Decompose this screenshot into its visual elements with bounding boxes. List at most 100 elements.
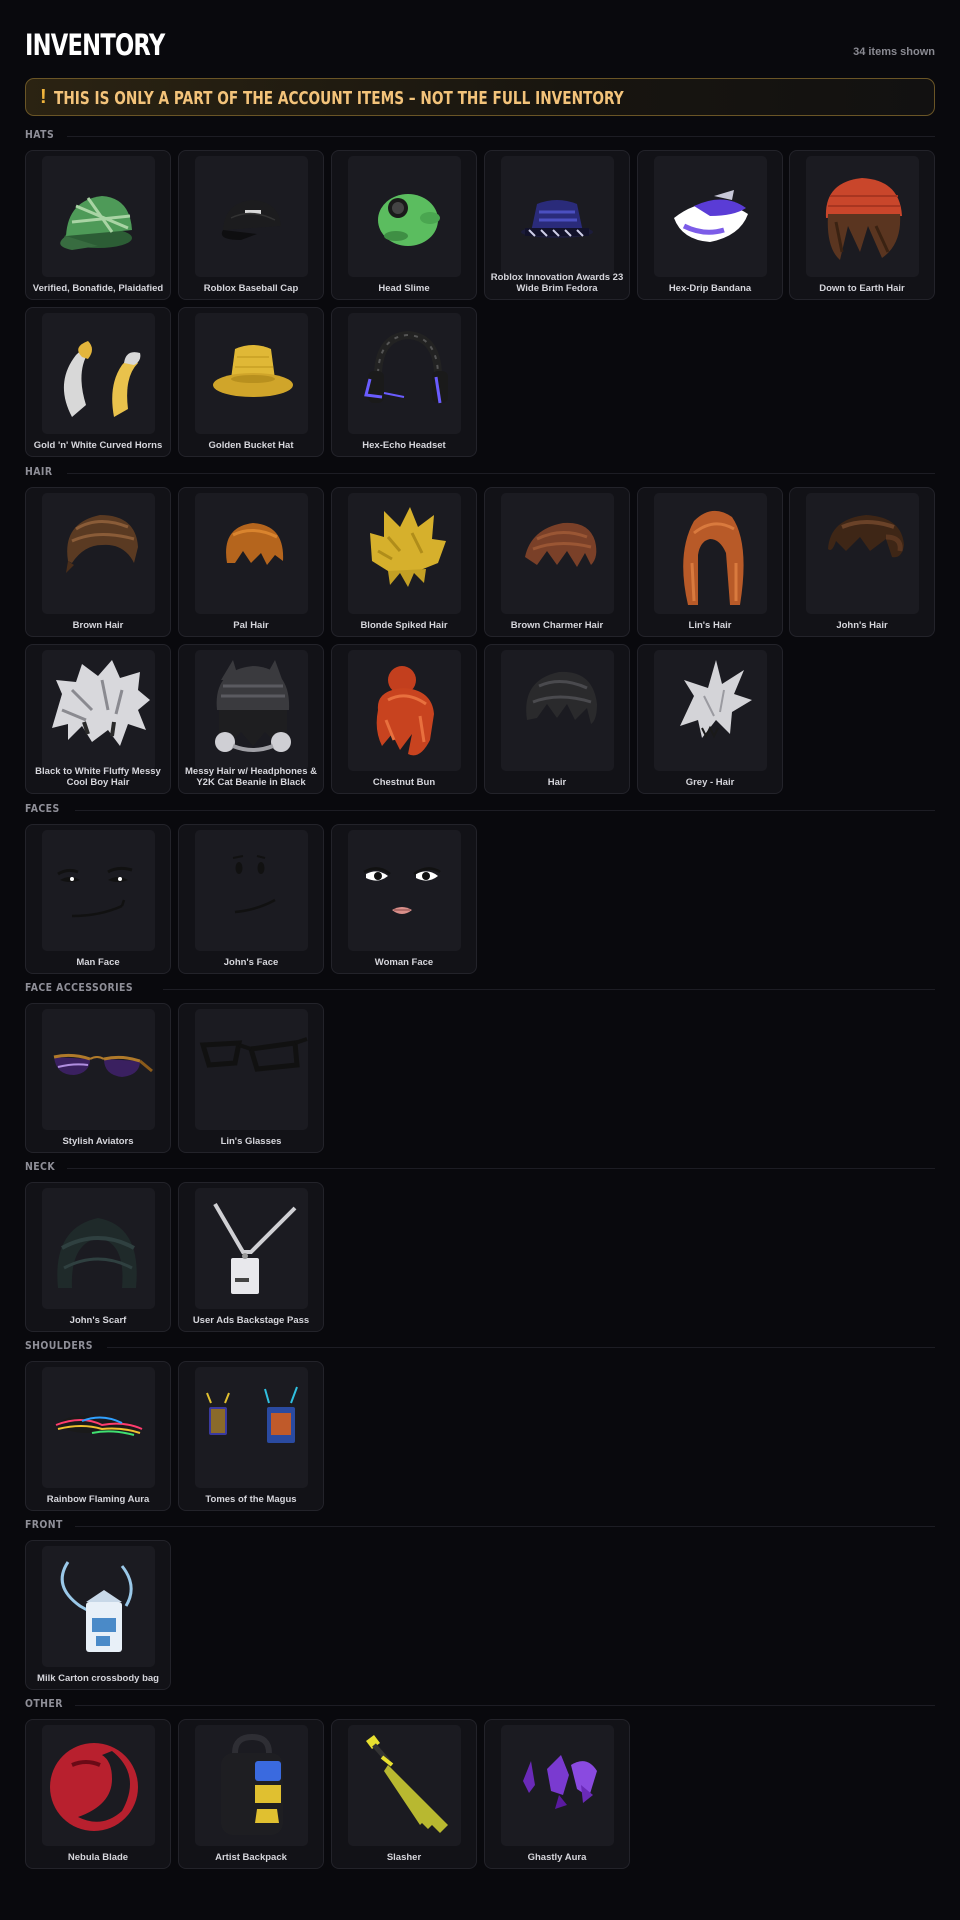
item-card[interactable]: Hex-Drip Bandana [637, 150, 783, 300]
fluffy-white-hair-icon [42, 650, 155, 771]
backpack-icon [195, 1725, 308, 1846]
long-orange-hair-icon [654, 493, 767, 614]
item-name: Down to Earth Hair [819, 283, 905, 294]
item-card[interactable]: Gold 'n' White Curved Horns [25, 307, 171, 457]
section-label-hair: HAIR [25, 465, 53, 478]
blonde-spiked-hair-icon [348, 493, 461, 614]
flaming-aura-icon [42, 1367, 155, 1488]
item-card[interactable]: Chestnut Bun [331, 644, 477, 794]
item-card[interactable]: Roblox Innovation Awards 23 Wide Brim Fe… [484, 150, 630, 300]
item-name: Slasher [386, 1852, 422, 1863]
item-name: Stylish Aviators [62, 1136, 134, 1147]
item-name: Hair [547, 777, 567, 788]
warning-banner: ! THIS IS ONLY A PART OF THE ACCOUNT ITE… [25, 78, 935, 116]
item-card[interactable]: Man Face [25, 824, 171, 974]
item-name: Roblox Baseball Cap [203, 283, 299, 294]
item-card[interactable]: Grey - Hair [637, 644, 783, 794]
warning-text: THIS IS ONLY A PART OF THE ACCOUNT ITEMS… [54, 88, 624, 109]
section-label-other: OTHER [25, 1697, 63, 1710]
item-card[interactable]: Woman Face [331, 824, 477, 974]
inventory-page: INVENTORY 34 items shown ! THIS IS ONLY … [0, 0, 960, 1920]
nebula-blade-icon [42, 1725, 155, 1846]
item-name: User Ads Backstage Pass [192, 1315, 310, 1326]
item-card[interactable]: Hair [484, 644, 630, 794]
item-name: Messy Hair w/ Headphones & Y2K Cat Beani… [185, 766, 317, 788]
item-card[interactable]: Head Slime [331, 150, 477, 300]
item-card[interactable]: Blonde Spiked Hair [331, 487, 477, 637]
item-card[interactable]: Down to Earth Hair [789, 150, 935, 300]
red-bun-hair-icon [348, 650, 461, 771]
item-card[interactable]: John's Scarf [25, 1182, 171, 1332]
section-divider [67, 473, 935, 474]
item-card[interactable]: Brown Charmer Hair [484, 487, 630, 637]
item-card[interactable]: Roblox Baseball Cap [178, 150, 324, 300]
item-name: Lin's Hair [688, 620, 732, 631]
item-name: Black to White Fluffy Messy Cool Boy Hai… [35, 766, 161, 788]
item-card[interactable]: Messy Hair w/ Headphones & Y2K Cat Beani… [178, 644, 324, 794]
item-card[interactable]: Nebula Blade [25, 1719, 171, 1869]
section-divider [75, 1705, 935, 1706]
item-name: John's Face [223, 957, 279, 968]
item-name: John's Hair [836, 620, 888, 631]
item-name: Hex-Drip Bandana [668, 283, 752, 294]
item-card[interactable]: User Ads Backstage Pass [178, 1182, 324, 1332]
black-baseball-cap-icon [195, 156, 308, 277]
item-card[interactable]: Tomes of the Magus [178, 1361, 324, 1511]
item-name: Brown Charmer Hair [510, 620, 604, 631]
item-name: Head Slime [378, 283, 430, 294]
item-name: Brown Hair [72, 620, 124, 631]
item-card[interactable]: Pal Hair [178, 487, 324, 637]
item-card[interactable]: Verified, Bonafide, Plaidafied [25, 150, 171, 300]
section-label-face-accessories: FACE ACCESSORIES [25, 981, 134, 994]
beanie-hair-icon [806, 156, 919, 277]
grey-spiky-hair-icon [654, 650, 767, 771]
ghastly-aura-icon [501, 1725, 614, 1846]
item-name: Chestnut Bun [372, 777, 436, 788]
item-name: Artist Backpack [215, 1852, 287, 1863]
item-card[interactable]: Ghastly Aura [484, 1719, 630, 1869]
item-name: Gold 'n' White Curved Horns [33, 440, 163, 451]
lanyard-pass-icon [195, 1188, 308, 1309]
section-label-front: FRONT [25, 1518, 63, 1531]
item-name: Lin's Glasses [220, 1136, 282, 1147]
item-name: Milk Carton crossbody bag [37, 1673, 159, 1684]
blue-fedora-icon [501, 156, 614, 277]
section-label-hats: HATS [25, 128, 55, 141]
item-name: Blonde Spiked Hair [360, 620, 448, 631]
woman-face-icon [348, 830, 461, 951]
item-card[interactable]: Golden Bucket Hat [178, 307, 324, 457]
item-card[interactable]: Black to White Fluffy Messy Cool Boy Hai… [25, 644, 171, 794]
aviator-glasses-icon [42, 1009, 155, 1130]
black-hair-icon [501, 650, 614, 771]
item-card[interactable]: Lin's Hair [637, 487, 783, 637]
item-card[interactable]: Hex-Echo Headset [331, 307, 477, 457]
page-header: INVENTORY 34 items shown [25, 24, 935, 64]
item-card[interactable]: Artist Backpack [178, 1719, 324, 1869]
item-name: Pal Hair [233, 620, 269, 631]
item-name: Roblox Innovation Awards 23 Wide Brim Fe… [490, 272, 624, 294]
item-name: Hex-Echo Headset [362, 440, 446, 451]
item-card[interactable]: Milk Carton crossbody bag [25, 1540, 171, 1690]
item-card[interactable]: Brown Hair [25, 487, 171, 637]
item-name: John's Scarf [69, 1315, 127, 1326]
section-divider [163, 989, 935, 990]
smile-face-icon [195, 830, 308, 951]
item-name: Rainbow Flaming Aura [46, 1494, 150, 1505]
section-label-faces: FACES [25, 802, 60, 815]
item-name: Ghastly Aura [527, 1852, 587, 1863]
beanie-headphones-icon [195, 650, 308, 771]
item-card[interactable]: John's Face [178, 824, 324, 974]
milk-carton-bag-icon [42, 1546, 155, 1667]
orange-hair-icon [195, 493, 308, 614]
items-count: 34 items shown [853, 46, 935, 58]
warning-icon: ! [40, 86, 47, 108]
section-divider [75, 1526, 935, 1527]
section-divider [67, 136, 935, 137]
item-card[interactable]: Lin's Glasses [178, 1003, 324, 1153]
item-card[interactable]: John's Hair [789, 487, 935, 637]
item-name: Tomes of the Magus [205, 1494, 297, 1505]
bandana-icon [654, 156, 767, 277]
item-card[interactable]: Slasher [331, 1719, 477, 1869]
item-card[interactable]: Stylish Aviators [25, 1003, 171, 1153]
item-card[interactable]: Rainbow Flaming Aura [25, 1361, 171, 1511]
